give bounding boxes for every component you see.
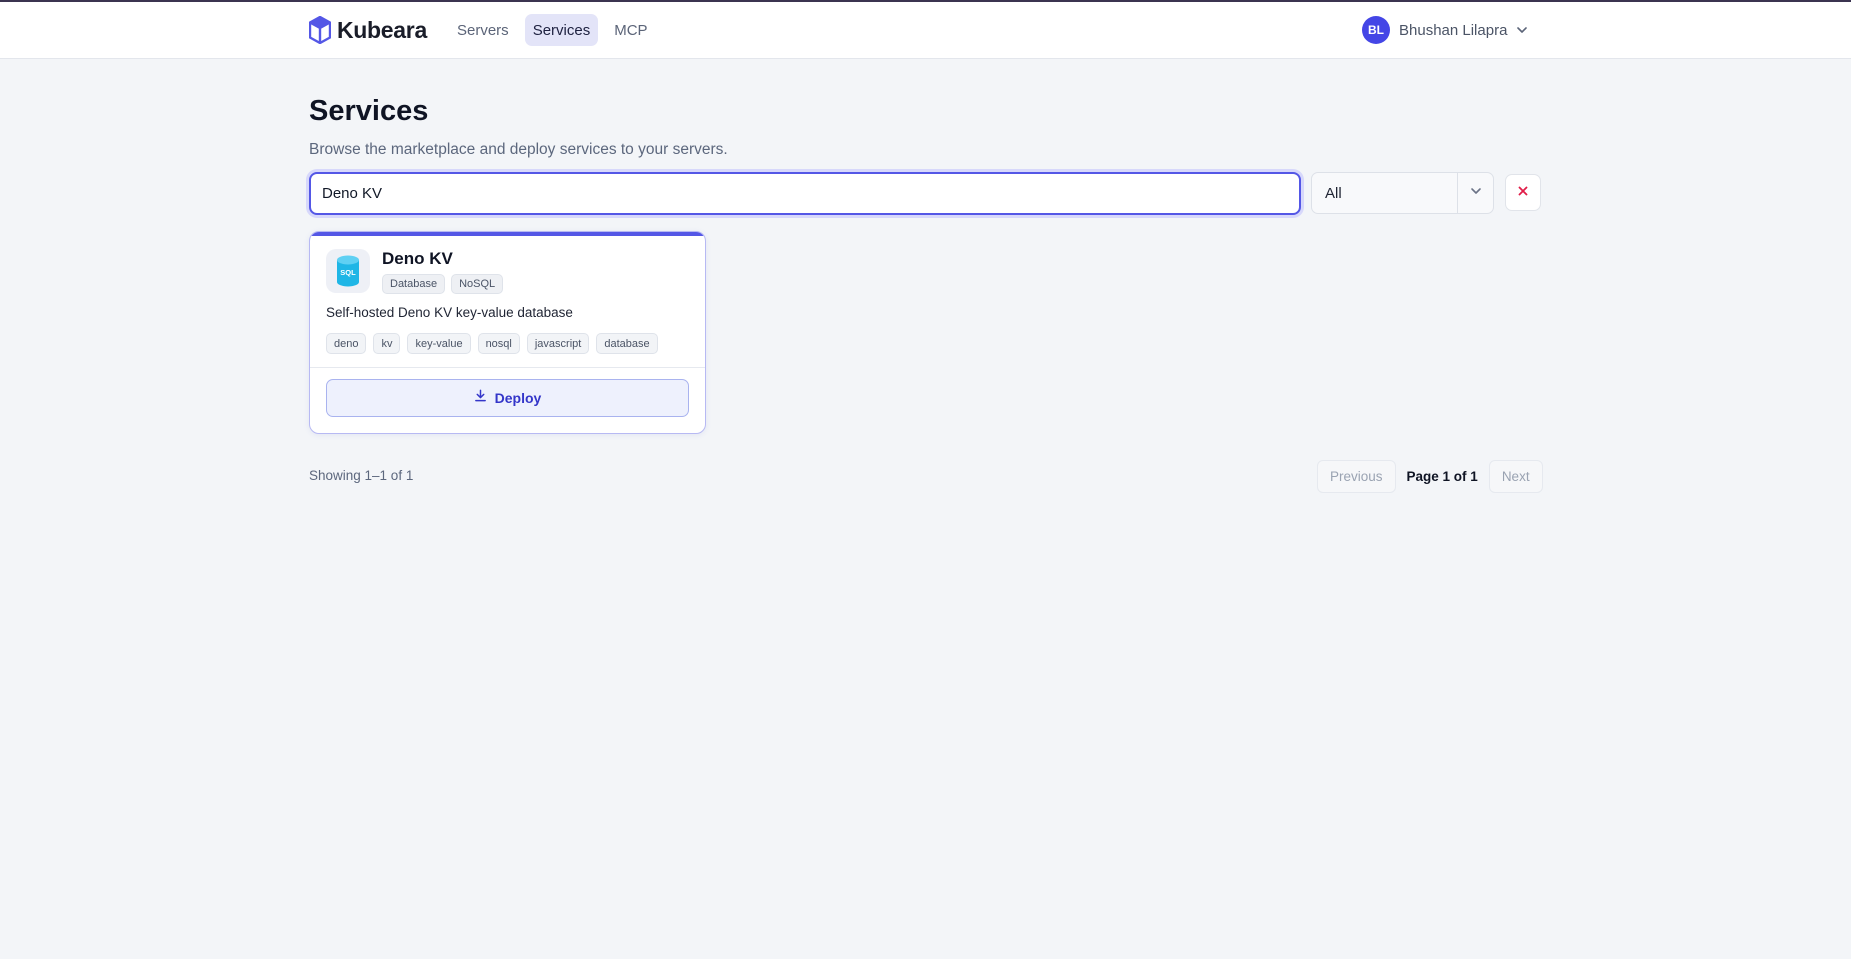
card-divider [310, 367, 705, 368]
category-tag: Database [382, 274, 446, 294]
download-icon [474, 389, 487, 407]
category-select-value: All [1325, 184, 1342, 202]
keyword-tags: deno kv key-value nosql javascript datab… [326, 333, 658, 354]
keyword-tag: nosql [477, 333, 520, 354]
kubeara-logo-icon [309, 16, 331, 44]
close-icon [1517, 184, 1529, 202]
avatar: BL [1362, 16, 1390, 44]
deploy-button[interactable]: Deploy [326, 379, 689, 417]
user-menu[interactable]: BL Bhushan Lilapra [1362, 16, 1528, 44]
sql-database-icon: SQL [326, 249, 370, 293]
chevron-down-icon [1516, 24, 1528, 36]
top-navbar: Kubeara Servers Services MCP BL Bhushan … [0, 2, 1851, 59]
nav-mcp[interactable]: MCP [606, 14, 655, 46]
next-button[interactable]: Next [1488, 460, 1543, 493]
keyword-tag: deno [326, 333, 367, 354]
svg-text:SQL: SQL [340, 268, 356, 277]
results-count: Showing 1–1 of 1 [309, 468, 414, 483]
service-name: Deno KV [382, 249, 453, 268]
card-accent-bar [310, 232, 705, 236]
pagination: Previous Page 1 of 1 Next [1317, 460, 1543, 493]
category-tag: NoSQL [451, 274, 504, 294]
main-nav: Servers Services MCP [449, 14, 656, 46]
category-tags: Database NoSQL [382, 274, 504, 294]
user-name: Bhushan Lilapra [1399, 21, 1508, 39]
chevron-down-icon [1470, 184, 1482, 202]
keyword-tag: javascript [526, 333, 590, 354]
page-title: Services [309, 95, 429, 127]
keyword-tag: key-value [407, 333, 471, 354]
nav-servers[interactable]: Servers [449, 14, 517, 46]
keyword-tag: database [596, 333, 658, 354]
category-select[interactable]: All [1311, 172, 1494, 214]
search-input[interactable] [309, 172, 1301, 215]
clear-filters-button[interactable] [1505, 174, 1541, 211]
keyword-tag: kv [373, 333, 401, 354]
brand[interactable]: Kubeara [309, 14, 427, 46]
deploy-label: Deploy [494, 390, 542, 406]
previous-button[interactable]: Previous [1317, 460, 1396, 493]
service-card[interactable]: SQL Deno KV Database NoSQL Self-hosted D… [309, 231, 706, 434]
nav-services[interactable]: Services [524, 14, 599, 46]
page-indicator: Page 1 of 1 [1406, 469, 1478, 484]
brand-name: Kubeara [337, 16, 427, 43]
select-toggle[interactable] [1457, 173, 1493, 213]
page-subtitle: Browse the marketplace and deploy servic… [309, 141, 728, 158]
service-description: Self-hosted Deno KV key-value database [326, 305, 573, 320]
